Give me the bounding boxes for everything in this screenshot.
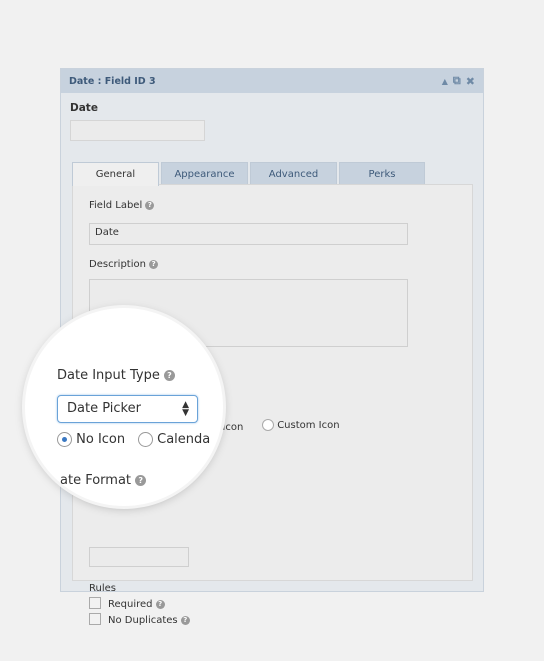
tab-perks[interactable]: Perks bbox=[339, 162, 425, 185]
radio-calendar-icon[interactable] bbox=[138, 432, 153, 447]
calendar-icon-option[interactable]: Calenda bbox=[138, 432, 210, 447]
help-icon[interactable]: ? bbox=[145, 200, 155, 210]
tab-appearance[interactable]: Appearance bbox=[161, 162, 248, 185]
date-format-select[interactable] bbox=[89, 547, 189, 567]
tab-general[interactable]: General bbox=[72, 162, 159, 186]
no-icon-option[interactable]: No Icon bbox=[57, 432, 125, 447]
panel-header: Date : Field ID 3 ▲ ⧉ ✖ bbox=[61, 69, 483, 93]
custom-icon-option[interactable]: Custom Icon bbox=[262, 419, 340, 431]
field-label-label: Field Label ? bbox=[89, 200, 155, 211]
help-icon[interactable]: ? bbox=[149, 259, 159, 269]
radio-custom-icon[interactable] bbox=[262, 419, 274, 431]
duplicate-icon[interactable]: ⧉ bbox=[453, 74, 461, 88]
tab-advanced[interactable]: Advanced bbox=[250, 162, 337, 185]
no-duplicates-label: No Duplicates ? bbox=[108, 615, 190, 626]
required-checkbox[interactable] bbox=[89, 597, 101, 609]
date-format-label: ate Format ? bbox=[60, 473, 147, 488]
select-arrows-icon: ▲ ▼ bbox=[182, 400, 189, 418]
required-label: Required ? bbox=[108, 599, 165, 610]
help-icon[interactable]: ? bbox=[180, 615, 190, 625]
no-duplicates-checkbox[interactable] bbox=[89, 613, 101, 625]
close-icon[interactable]: ✖ bbox=[466, 75, 475, 88]
help-icon[interactable]: ? bbox=[164, 370, 175, 381]
collapse-arrow-icon[interactable]: ▲ bbox=[442, 77, 448, 86]
magnifier-callout: Date Input Type ? Date Picker ▲ ▼ No Icon … bbox=[25, 308, 223, 506]
help-icon[interactable]: ? bbox=[155, 599, 165, 609]
preview-date-input[interactable] bbox=[70, 120, 205, 141]
field-label-input[interactable]: Date bbox=[89, 223, 408, 245]
date-input-type-label: Date Input Type ? bbox=[57, 368, 175, 383]
date-input-type-select[interactable]: Date Picker ▲ ▼ bbox=[57, 395, 198, 423]
preview-label: Date bbox=[70, 102, 98, 114]
panel-title: Date : Field ID 3 bbox=[69, 75, 156, 87]
description-label: Description ? bbox=[89, 259, 159, 270]
radio-no-icon[interactable] bbox=[57, 432, 72, 447]
help-icon[interactable]: ? bbox=[135, 475, 147, 486]
rules-label: Rules bbox=[89, 583, 116, 594]
